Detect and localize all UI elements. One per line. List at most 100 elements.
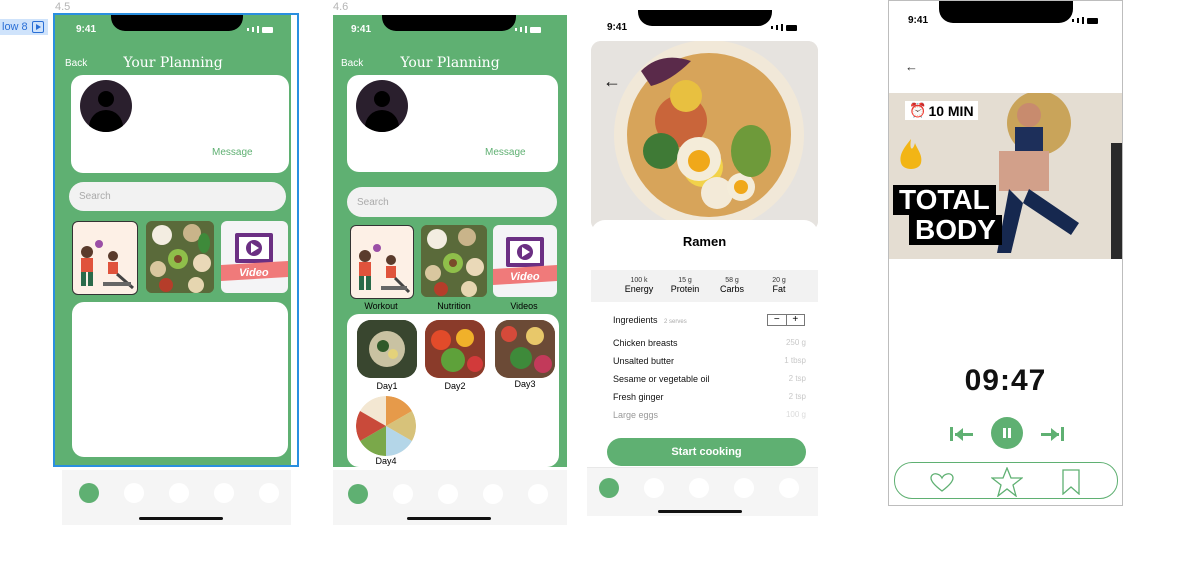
- days-panel: Day1 Day2 Day3 Day4: [347, 314, 559, 467]
- nav-home-dot[interactable]: [599, 478, 619, 498]
- nav-dot-4[interactable]: [734, 478, 754, 498]
- avatar[interactable]: [356, 80, 408, 132]
- status-icons: [1072, 17, 1098, 24]
- skip-previous-icon[interactable]: [949, 425, 975, 443]
- category-label-workout: Workout: [364, 301, 398, 311]
- nutrition-tile[interactable]: [146, 221, 214, 293]
- status-icons: [515, 26, 541, 33]
- nav-home-dot[interactable]: [348, 484, 368, 504]
- ingredients-heading: Ingredients 2 serves: [613, 315, 687, 325]
- bottom-nav-1: [62, 470, 291, 525]
- back-arrow-icon[interactable]: ←: [603, 71, 621, 92]
- pause-button[interactable]: [991, 417, 1023, 449]
- screen-workout: 9:41 ← ⏰ 10 MIN TOTAL BODY 09:47: [888, 0, 1123, 506]
- nutrition-carbs: 58 g Carbs: [719, 277, 744, 294]
- message-link[interactable]: Message: [485, 147, 526, 158]
- day4-tile[interactable]: [356, 396, 416, 456]
- workout-illustration-icon: [359, 244, 411, 294]
- bookmark-icon[interactable]: [1061, 469, 1081, 496]
- day2-tile[interactable]: [425, 320, 485, 378]
- status-icons: [247, 26, 273, 33]
- category-label-videos: Videos: [510, 301, 538, 311]
- screen-recipe: 9:41 ← Ramen 100 k Energy 15 g Protein 58 …: [587, 10, 818, 516]
- ingredient-name: Chicken breasts: [613, 338, 678, 348]
- ramen-bowl-image: [591, 41, 818, 231]
- video-film-icon: [221, 233, 288, 281]
- workout-timer: 09:47: [964, 364, 1047, 397]
- day3-label: Day3: [514, 379, 536, 389]
- day1-label: Day1: [376, 381, 398, 391]
- page-title: Your Planning: [400, 55, 500, 71]
- ingredient-amount: 2 tsp: [788, 374, 806, 383]
- nav-dot-2[interactable]: [644, 478, 664, 498]
- nav-dot-4[interactable]: [483, 484, 503, 504]
- day3-tile[interactable]: [495, 320, 555, 378]
- video-badge-label: Video: [510, 271, 540, 283]
- pause-icon: [1003, 428, 1011, 438]
- nutrition-bar: 100 k Energy 15 g Protein 58 g Carbs 20 g Fa…: [591, 270, 818, 302]
- nutrition-energy: 100 k Energy: [624, 277, 654, 294]
- search-input[interactable]: Search: [347, 187, 557, 217]
- bottom-nav-2: [333, 470, 567, 525]
- nav-dot-2[interactable]: [393, 484, 413, 504]
- ingredient-name: Fresh ginger: [613, 392, 664, 402]
- frame-label-4-5: 4.5: [55, 1, 71, 13]
- screen-planning-1: 9:41 Back Your Planning Message Search V…: [55, 15, 291, 467]
- video-film-icon: [493, 237, 557, 285]
- increase-serves-button[interactable]: +: [786, 314, 805, 326]
- nutrition-tile[interactable]: [421, 225, 487, 297]
- ingredient-amount: 1 tbsp: [784, 356, 806, 365]
- day2-label: Day2: [444, 381, 466, 391]
- back-arrow-icon[interactable]: ←: [905, 59, 918, 74]
- heart-icon[interactable]: [930, 473, 954, 493]
- ingredient-amount: 2 tsp: [788, 392, 806, 401]
- flow-tag[interactable]: low 8: [0, 19, 48, 35]
- ingredient-name: Sesame or vegetable oil: [613, 374, 710, 384]
- serves-label: 2 serves: [664, 319, 687, 325]
- decrease-serves-button[interactable]: −: [767, 314, 787, 326]
- nav-dot-2[interactable]: [124, 483, 144, 503]
- flow-play-icon[interactable]: [31, 21, 44, 33]
- nav-dot-3[interactable]: [169, 483, 189, 503]
- videos-tile[interactable]: Video: [493, 225, 557, 297]
- message-link[interactable]: Message: [212, 147, 253, 158]
- day1-tile[interactable]: [357, 320, 417, 378]
- battery-icon: [262, 26, 273, 33]
- search-input[interactable]: Search: [69, 182, 286, 211]
- notch: [638, 10, 772, 26]
- skip-next-icon[interactable]: [1039, 425, 1065, 443]
- nutrition-protein: 15 g Protein: [670, 277, 700, 294]
- flow-tag-label: low 8: [2, 21, 28, 33]
- nav-dot-3[interactable]: [689, 478, 709, 498]
- videos-tile[interactable]: Video: [221, 221, 288, 293]
- star-icon[interactable]: [990, 466, 1024, 498]
- start-cooking-button[interactable]: Start cooking: [607, 438, 806, 466]
- banner-line2: BODY: [909, 215, 1002, 245]
- action-bar: [894, 462, 1118, 499]
- battery-icon: [1087, 17, 1098, 24]
- ingredient-name: Large eggs: [613, 410, 659, 420]
- recipe-sheet: Ramen 100 k Energy 15 g Protein 58 g Carbs …: [591, 220, 818, 480]
- workout-video-thumbnail[interactable]: ⏰ 10 MIN TOTAL BODY: [889, 93, 1122, 259]
- nav-dot-4[interactable]: [214, 483, 234, 503]
- profile-card: Message: [71, 75, 289, 173]
- flame-icon: [897, 137, 925, 173]
- status-time: 9:41: [908, 15, 929, 26]
- battery-icon: [530, 26, 541, 33]
- day4-label: Day4: [375, 456, 397, 466]
- page-title: Your Planning: [123, 55, 223, 71]
- nav-dot-3[interactable]: [438, 484, 458, 504]
- nav-home-dot[interactable]: [79, 483, 99, 503]
- ingredient-amount: 100 g: [785, 410, 806, 419]
- banner-line1: TOTAL: [893, 185, 996, 215]
- nav-dot-5[interactable]: [259, 483, 279, 503]
- nav-dot-5[interactable]: [779, 478, 799, 498]
- ingredient-name: Unsalted butter: [613, 356, 675, 366]
- workout-tile[interactable]: [72, 221, 138, 295]
- workout-tile[interactable]: [350, 225, 414, 299]
- home-indicator: [139, 517, 223, 520]
- frame-label-4-6: 4.6: [333, 1, 349, 13]
- status-icons: [771, 24, 797, 31]
- nav-dot-5[interactable]: [528, 484, 548, 504]
- avatar[interactable]: [80, 80, 132, 132]
